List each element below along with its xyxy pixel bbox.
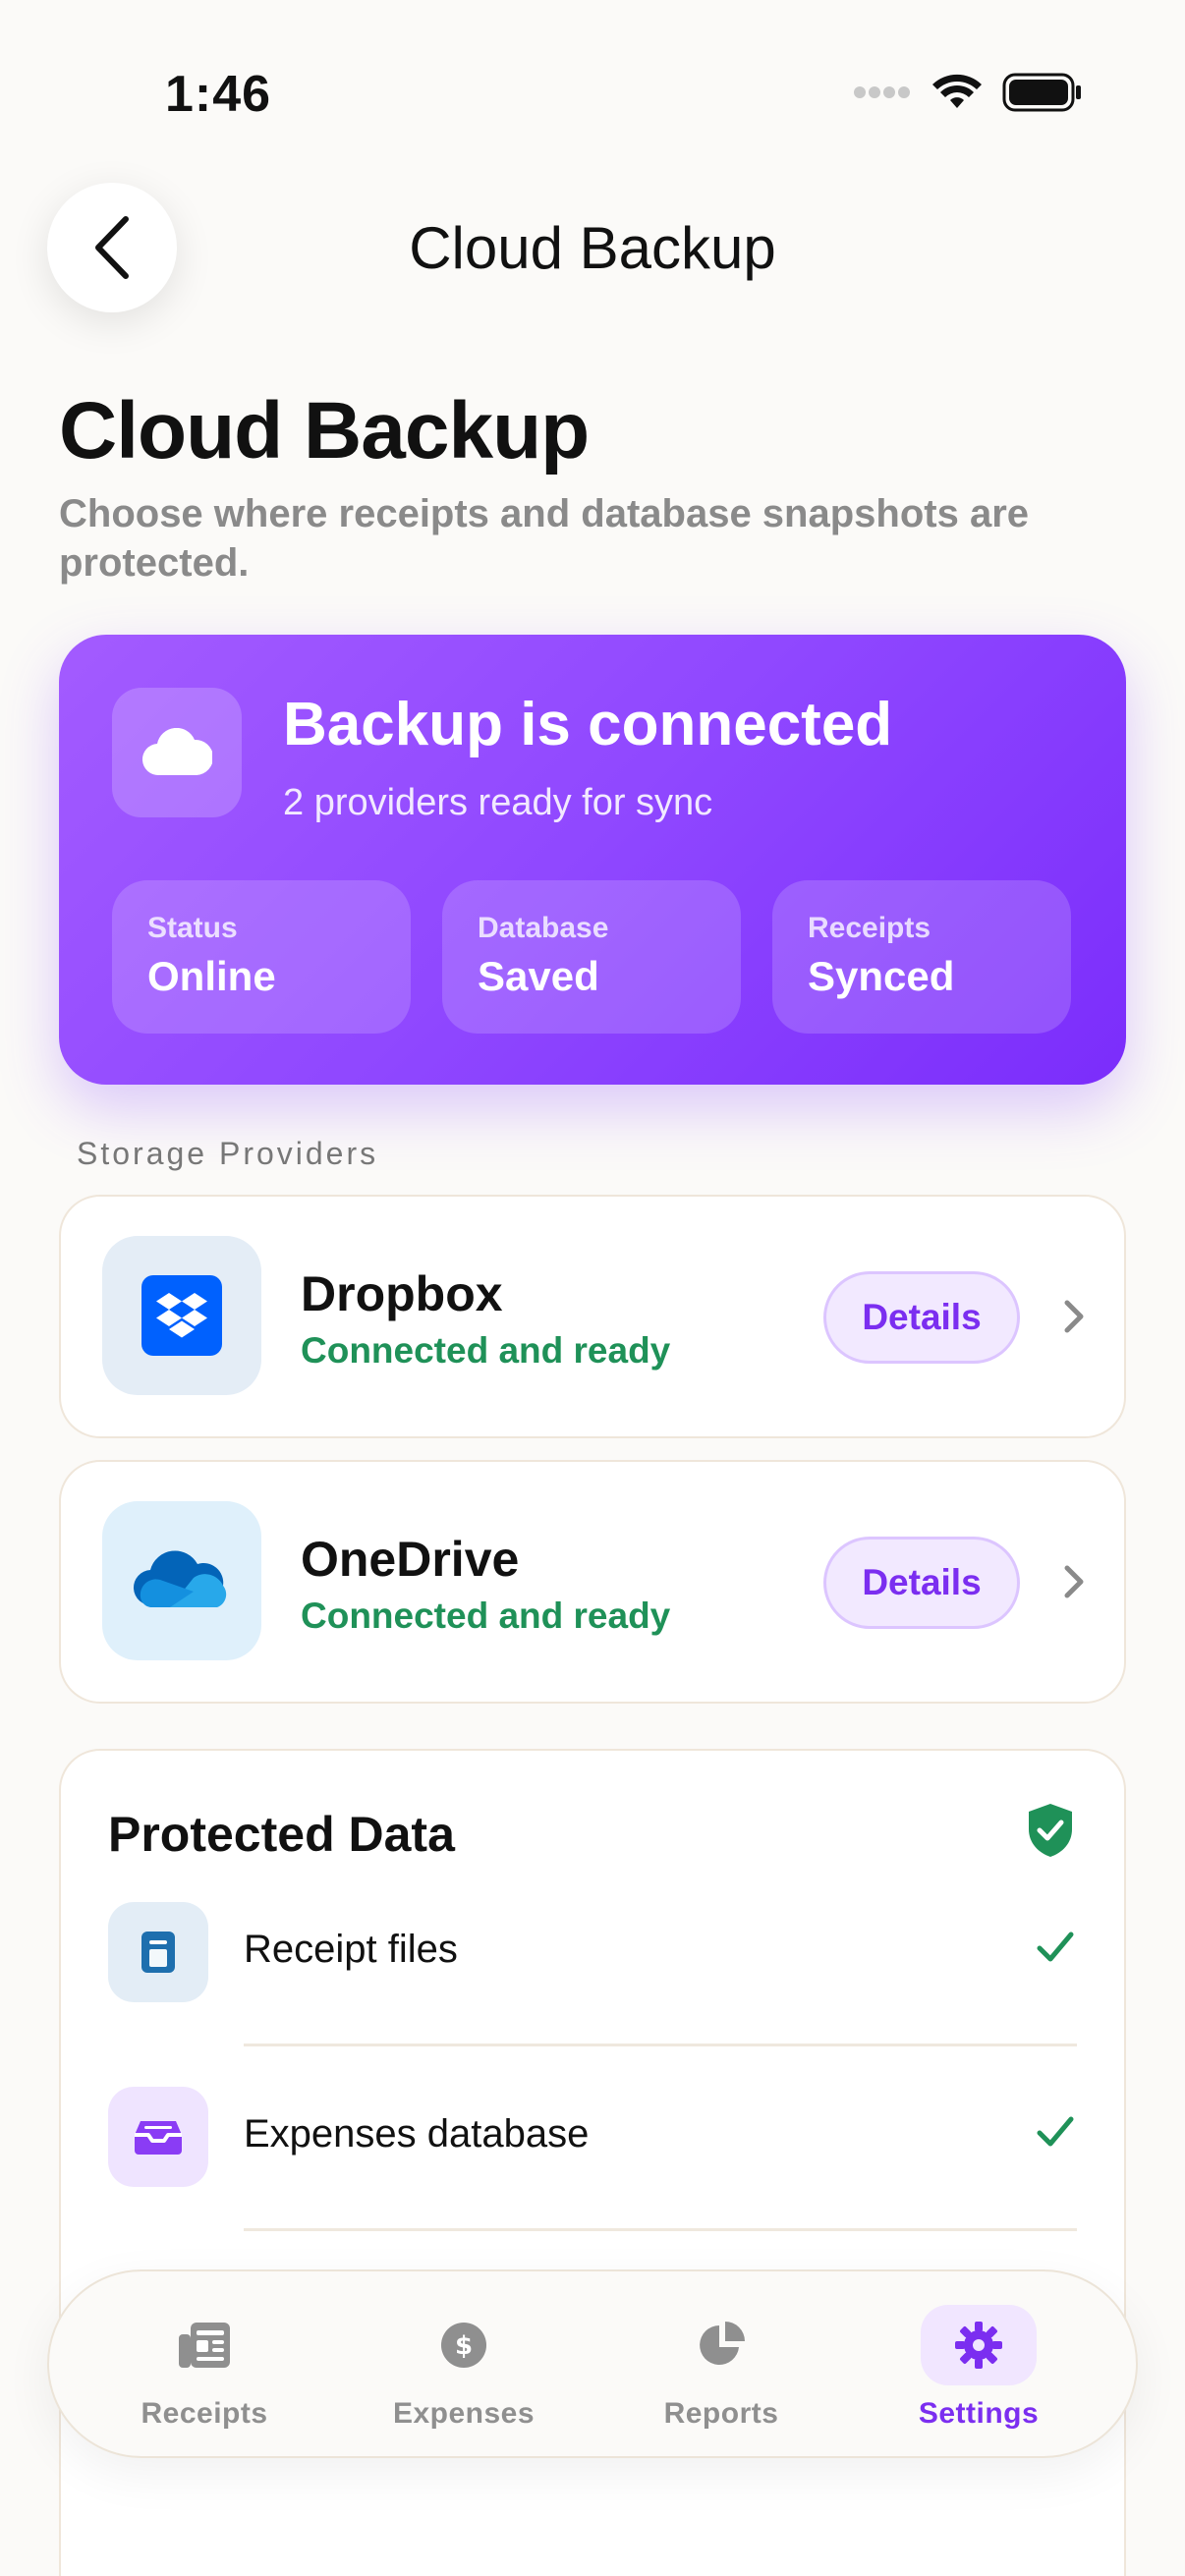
tab-reports[interactable]: Reports bbox=[623, 2271, 819, 2458]
tab-label: Receipts bbox=[141, 2397, 268, 2430]
provider-status: Connected and ready bbox=[301, 1596, 671, 1636]
section-label-storage-providers: Storage Providers bbox=[77, 1136, 379, 1171]
protected-data-title: Protected Data bbox=[108, 1807, 455, 1862]
tab-receipts[interactable]: Receipts bbox=[106, 2271, 303, 2458]
tab-settings[interactable]: Settings bbox=[880, 2271, 1077, 2458]
tab-label: Settings bbox=[918, 2397, 1040, 2430]
checkmark-icon bbox=[1037, 2116, 1074, 2147]
chevron-right-icon bbox=[1064, 1300, 1084, 1333]
tab-label: Expenses bbox=[392, 2397, 536, 2430]
page-title: Cloud Backup bbox=[59, 386, 590, 476]
provider-name: OneDrive bbox=[301, 1532, 520, 1587]
provider-name: Dropbox bbox=[301, 1266, 503, 1321]
stat-label: Receipts bbox=[808, 912, 931, 944]
stat-label: Status bbox=[147, 912, 238, 944]
divider bbox=[244, 2228, 1077, 2231]
stat-value: Online bbox=[147, 953, 276, 999]
stat-label: Database bbox=[478, 912, 609, 944]
receipts-icon bbox=[146, 2305, 262, 2385]
tab-bar: Receipts $ Expenses Reports Settings bbox=[47, 2269, 1138, 2458]
backup-status-subtitle: 2 providers ready for sync bbox=[283, 782, 713, 823]
stat-status: Status Online bbox=[112, 880, 411, 1034]
provider-card-onedrive[interactable]: OneDrive Connected and ready Details bbox=[59, 1460, 1126, 1704]
details-button-dropbox[interactable]: Details bbox=[823, 1271, 1020, 1364]
stat-value: Synced bbox=[808, 953, 955, 999]
dropbox-icon bbox=[102, 1236, 261, 1395]
pie-chart-icon bbox=[663, 2305, 779, 2385]
page-subtitle: Choose where receipts and database snaps… bbox=[59, 492, 1030, 585]
divider bbox=[244, 2044, 1077, 2046]
protected-item-label: Receipt files bbox=[244, 1928, 458, 1971]
wifi-icon bbox=[932, 74, 982, 108]
provider-status: Connected and ready bbox=[301, 1330, 671, 1371]
details-button-onedrive[interactable]: Details bbox=[823, 1537, 1020, 1629]
stat-database: Database Saved bbox=[442, 880, 741, 1034]
battery-icon bbox=[1002, 73, 1081, 112]
signal-dots-icon bbox=[854, 86, 910, 98]
receipt-file-icon bbox=[108, 1902, 208, 2002]
checkmark-icon bbox=[1037, 1932, 1074, 1962]
provider-card-dropbox[interactable]: Dropbox Connected and ready Details bbox=[59, 1195, 1126, 1438]
stat-receipts: Receipts Synced bbox=[772, 880, 1071, 1034]
nav-title: Cloud Backup bbox=[409, 215, 776, 281]
status-icons bbox=[853, 73, 1083, 112]
backup-status-title: Backup is connected bbox=[283, 691, 893, 758]
cloud-icon bbox=[112, 688, 242, 817]
onedrive-icon bbox=[102, 1501, 261, 1660]
status-time: 1:46 bbox=[165, 66, 272, 123]
inbox-tray-icon bbox=[108, 2087, 208, 2187]
svg-text:$: $ bbox=[455, 2331, 473, 2361]
dollar-coin-icon: $ bbox=[406, 2305, 522, 2385]
gear-icon bbox=[921, 2305, 1037, 2385]
tab-label: Reports bbox=[663, 2397, 779, 2430]
stat-value: Saved bbox=[478, 953, 599, 999]
tab-expenses[interactable]: $ Expenses bbox=[366, 2271, 562, 2458]
shield-check-icon bbox=[1029, 1804, 1072, 1857]
protected-item-label: Expenses database bbox=[244, 2112, 590, 2156]
backup-status-card: Backup is connected 2 providers ready fo… bbox=[59, 635, 1126, 1085]
chevron-right-icon bbox=[1064, 1565, 1084, 1598]
